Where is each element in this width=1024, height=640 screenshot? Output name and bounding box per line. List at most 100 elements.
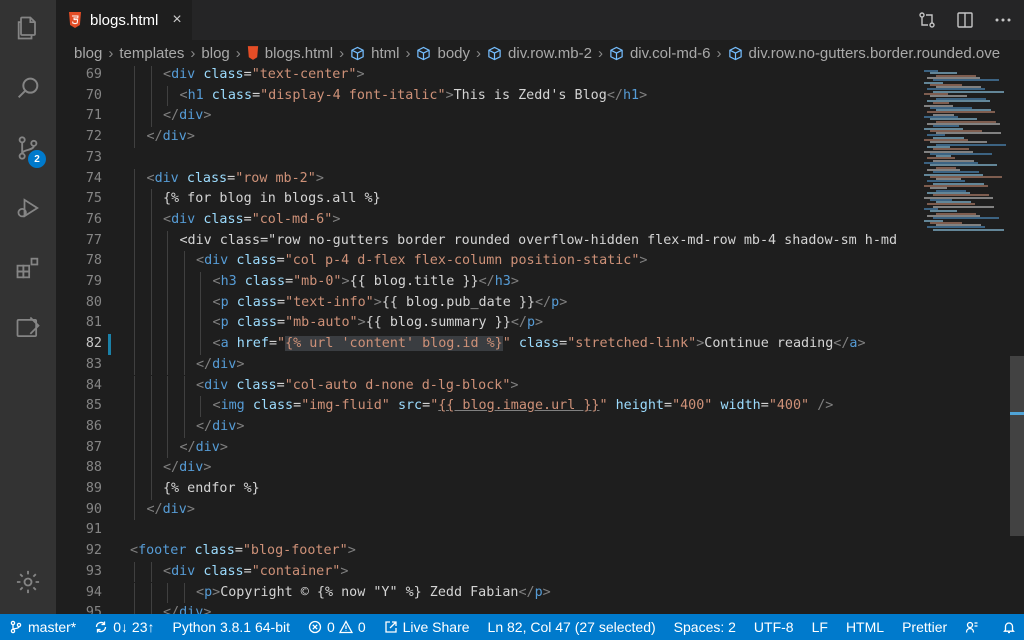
chevron-right-icon: › (190, 44, 196, 62)
breadcrumb-item[interactable]: html (371, 45, 399, 62)
code-line[interactable]: 71 </div> (56, 106, 920, 128)
split-editor-icon[interactable] (956, 11, 974, 29)
indent-guide (200, 272, 201, 293)
breadcrumb-item[interactable]: div.row.mb-2 (508, 45, 592, 62)
indentation[interactable]: Spaces: 2 (665, 614, 745, 640)
indent-guide (167, 582, 168, 604)
breadcrumb-item[interactable]: templates (119, 45, 184, 62)
branch-status[interactable]: master* (0, 614, 85, 640)
settings-gear-icon[interactable] (0, 556, 56, 608)
tab-close-button[interactable]: × (172, 11, 181, 29)
indent-guide (150, 189, 152, 210)
tab-label: blogs.html (90, 11, 159, 29)
chevron-right-icon: › (597, 44, 603, 62)
encoding-label: UTF-8 (753, 619, 794, 635)
html5-icon (247, 46, 258, 60)
code-line[interactable]: 69 <div class="text-center"> (56, 66, 920, 86)
code-line[interactable]: 85 <img class="img-fluid" src="{{ blog.im… (56, 396, 920, 417)
indent-guide (134, 603, 135, 614)
code-line[interactable]: 87 </div> (56, 437, 920, 459)
prettier-status[interactable]: Prettier (893, 614, 956, 640)
source-control-icon[interactable]: 2 (0, 122, 56, 174)
end-of-line[interactable]: LF (803, 614, 837, 640)
code-line[interactable]: 94 <p>Copyright © {% now "Y" %} Zedd Fabi… (56, 582, 920, 604)
indent-guide (134, 479, 135, 500)
code-line[interactable]: 84 <div class="col-auto d-none d-lg-block… (56, 375, 920, 397)
breadcrumb-item[interactable]: body (437, 45, 470, 62)
indent-guide (134, 127, 135, 148)
code-line[interactable]: 79 <h3 class="mb-0">{{ blog.title }}</h3> (56, 272, 920, 293)
indent-guide (150, 106, 152, 128)
indent-guide (134, 396, 135, 417)
breadcrumb-item[interactable]: blogs.html (265, 45, 333, 62)
code-line[interactable]: 70 <h1 class="display-4 font-italic">This… (56, 85, 920, 107)
open-changes-icon[interactable] (918, 11, 936, 29)
indent-guide (134, 292, 135, 314)
code-line[interactable]: 78 <div class="col p-4 d-flex flex-column… (56, 251, 920, 272)
indent-guide (150, 479, 152, 500)
code-line[interactable]: 91 (56, 520, 920, 541)
code-line[interactable]: 90 </div> (56, 499, 920, 521)
git-branch-icon (10, 620, 22, 634)
status-bar: master* 0↓ 23↑ Python 3.8.1 64-bit 0 0 L… (0, 614, 1024, 640)
indent-guide (134, 230, 135, 252)
indent-guide (167, 437, 168, 459)
indent-guide (134, 334, 135, 355)
error-count: 0 (327, 619, 335, 635)
code-line[interactable]: 76 <div class="col-md-6"> (56, 209, 920, 231)
cursor-position[interactable]: Ln 82, Col 47 (27 selected) (479, 614, 665, 640)
extensions-icon[interactable] (0, 242, 56, 294)
remote-explorer-icon[interactable] (0, 302, 56, 354)
scrollbar-thumb[interactable] (1010, 356, 1024, 536)
minimap[interactable] (920, 66, 1008, 614)
language-mode[interactable]: HTML (837, 614, 893, 640)
python-interpreter[interactable]: Python 3.8.1 64-bit (163, 614, 299, 640)
more-actions-icon[interactable] (994, 11, 1012, 29)
sync-status[interactable]: 0↓ 23↑ (85, 614, 163, 640)
code-line[interactable]: 82 <a href="{% url 'content' blog.id %}" … (56, 334, 920, 355)
line-number: 87 (85, 439, 102, 455)
explorer-icon[interactable] (0, 2, 56, 54)
code-line[interactable]: 81 <p class="mb-auto">{{ blog.summary }}<… (56, 313, 920, 335)
code-line[interactable]: 83 </div> (56, 354, 920, 376)
indent-guide (167, 272, 168, 293)
code-line[interactable]: 77 <div class="row no-gutters border roun… (56, 230, 920, 252)
indent-guide (167, 375, 168, 397)
live-share-button[interactable]: Live Share (375, 614, 479, 640)
code-text: </div> (163, 108, 212, 124)
problems-status[interactable]: 0 0 (299, 614, 375, 640)
code-editor[interactable]: 69 <div class="text-center"> 70 <h1 class="… (56, 66, 920, 614)
python-version: Python 3.8.1 64-bit (172, 619, 291, 635)
run-debug-icon[interactable] (0, 182, 56, 234)
code-line[interactable]: 93 <div class="container"> (56, 561, 920, 583)
code-line[interactable]: 86 </div> (56, 416, 920, 438)
breadcrumb-item[interactable]: div.col-md-6 (630, 45, 711, 62)
code-line[interactable]: 89 {% endfor %} (56, 479, 920, 500)
indent-guide (150, 85, 152, 107)
line-number: 74 (85, 170, 102, 186)
line-number: 84 (85, 377, 102, 393)
breadcrumb-item[interactable]: blog (74, 45, 102, 62)
code-line[interactable]: 74 <div class="row mb-2"> (56, 168, 920, 190)
feedback-button[interactable] (956, 614, 993, 640)
warning-count: 0 (357, 619, 366, 635)
code-line[interactable]: 88 </div> (56, 458, 920, 479)
vertical-scrollbar[interactable] (1008, 66, 1024, 614)
code-line[interactable]: 92 <footer class="blog-footer"> (56, 541, 920, 562)
code-line[interactable]: 75 {% for blog in blogs.all %} (56, 189, 920, 210)
search-icon[interactable] (0, 62, 56, 114)
code-line[interactable]: 95 </div> (56, 603, 920, 614)
breadcrumb-item[interactable]: blog (201, 45, 229, 62)
code-line[interactable]: 80 <p class="text-info">{{ blog.pub_date … (56, 292, 920, 314)
encoding[interactable]: UTF-8 (745, 614, 803, 640)
breadcrumb-item[interactable]: div.row.no-gutters.border.rounded.ove (749, 45, 1001, 62)
indent-guide (150, 354, 152, 376)
code-line[interactable]: 72 </div> (56, 127, 920, 148)
code-text: <footer class="blog-footer"> (130, 543, 356, 559)
code-text: <div class="row no-gutters border rounde… (179, 232, 898, 248)
tab-blogs-html[interactable]: blogs.html × (56, 0, 192, 40)
code-text: <div class="text-center"> (163, 67, 365, 82)
notifications-button[interactable] (993, 614, 1024, 640)
live-share-label: Live Share (402, 619, 470, 635)
code-line[interactable]: 73 (56, 148, 920, 169)
